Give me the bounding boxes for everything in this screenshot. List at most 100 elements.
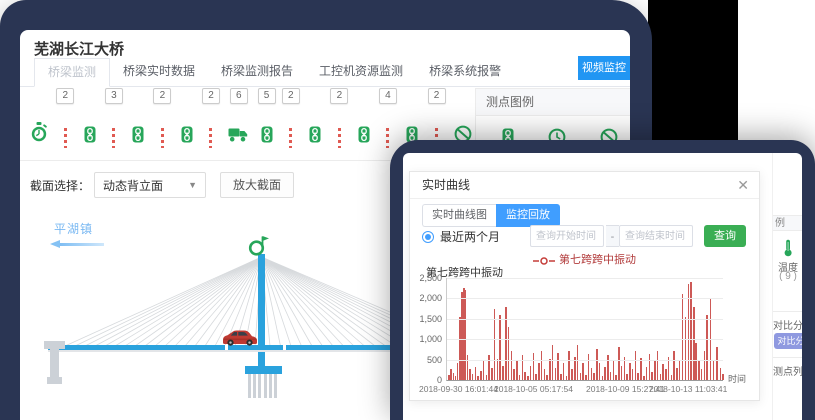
chart-bar — [722, 374, 724, 380]
sensor-count-badge: 5 — [258, 88, 276, 104]
chart-bar — [560, 374, 562, 380]
compare-analysis-button[interactable]: 对比分析 — [774, 333, 802, 349]
tab-monitor-playback[interactable]: 监控回放 — [496, 204, 560, 227]
chart-bar — [685, 317, 687, 380]
query-start-time-input[interactable] — [530, 225, 604, 247]
car-image — [220, 327, 260, 352]
chart-bar — [574, 357, 576, 380]
sensor-item-truck[interactable]: 6 — [228, 88, 249, 148]
section-select-dropdown[interactable]: 动态背立面 ▼ — [94, 172, 206, 198]
chart-bar — [541, 351, 543, 380]
sensor-item-dash: 2 — [332, 88, 346, 148]
sensor-count-badge: 3 — [105, 88, 123, 104]
sensor-count-badge: 4 — [379, 88, 397, 104]
chart-bar — [695, 343, 697, 380]
chart-bar — [596, 349, 598, 380]
tab-active[interactable]: 桥梁监测 — [34, 58, 110, 87]
dash-icon — [112, 128, 115, 148]
enlarge-section-button[interactable]: 放大截面 — [220, 172, 294, 198]
chart-bar — [544, 369, 546, 380]
page-title: 芜湖长江大桥 — [34, 38, 124, 59]
tab-realtime-curve[interactable]: 实时曲线图 — [422, 204, 496, 227]
chart-bar — [582, 363, 584, 381]
tab-item[interactable]: 桥梁实时数据 — [110, 58, 208, 85]
dash-icon — [338, 128, 341, 148]
video-monitor-button[interactable]: 视频监控 — [578, 56, 630, 80]
sensor-item-stopwatch[interactable] — [30, 88, 48, 148]
chart-bar — [566, 376, 568, 380]
chart-bar — [499, 315, 501, 380]
chart-bar — [613, 361, 615, 380]
radio-label: 最近两个月 — [440, 228, 500, 245]
pile — [258, 374, 261, 398]
tab-item[interactable]: 桥梁监测报告 — [208, 58, 306, 85]
sidebar-header-fragment: 例 — [773, 215, 802, 231]
chart-bar — [593, 373, 595, 380]
pier — [47, 377, 62, 384]
chart-bar — [557, 353, 559, 380]
x-tick: 2018-10-13 11:03:41 — [649, 384, 727, 394]
chart-bars — [447, 278, 723, 380]
chart-bar — [635, 351, 637, 380]
wind-sensor-icon[interactable] — [248, 234, 271, 262]
range-radio-row: 最近两个月 — [422, 228, 500, 245]
sensor-count-badge: 2 — [56, 88, 74, 104]
chart-bar — [657, 351, 659, 380]
temperature-count: ( 9 ) — [773, 271, 802, 282]
gridline — [447, 339, 723, 340]
gridline — [447, 360, 723, 361]
sensor-item-chain[interactable] — [83, 88, 97, 148]
gridline — [447, 298, 723, 299]
chart-bar — [480, 371, 482, 380]
compare-section-title: 对比分析 — [773, 317, 802, 332]
sensor-item-chain[interactable] — [131, 88, 145, 148]
chart-bar — [568, 351, 570, 380]
chart-bar — [610, 372, 612, 380]
chart-bar — [662, 364, 664, 380]
dash-icon — [386, 128, 389, 148]
dialog-tabs: 实时曲线图 监控回放 — [422, 204, 560, 227]
y-tick: 1,500 — [410, 314, 442, 324]
chart-bar — [469, 369, 471, 380]
chart-bar — [538, 363, 540, 381]
y-tick: 1,000 — [410, 334, 442, 344]
sensor-count-badge: 2 — [153, 88, 171, 104]
deck-joint — [283, 345, 286, 350]
chart-bar — [497, 359, 499, 380]
tab-item[interactable]: 工控机资源监测 — [306, 58, 416, 85]
chart-bar — [701, 369, 703, 380]
sensor-item-chain[interactable] — [405, 88, 419, 148]
x-tick: 2018-09-30 16:01:44 — [419, 384, 498, 394]
chart-bar — [720, 368, 722, 380]
chart-bar — [632, 369, 634, 380]
chart-bar — [682, 294, 684, 380]
pile — [269, 374, 272, 398]
chart-bar — [477, 376, 479, 380]
query-button[interactable]: 查询 — [704, 225, 746, 247]
divider — [773, 311, 802, 312]
pile — [264, 374, 267, 398]
gridline — [447, 278, 723, 279]
chain-icon — [309, 126, 321, 148]
sensor-item-chain[interactable] — [180, 88, 194, 148]
query-end-time-input[interactable] — [619, 225, 693, 247]
chart-bar — [660, 374, 662, 380]
chart-bar — [602, 376, 604, 380]
close-icon[interactable]: ✕ — [737, 177, 749, 193]
chart-bar — [591, 368, 593, 380]
sensor-count-badge: 2 — [282, 88, 300, 104]
tab-item[interactable]: 桥梁系统报警 — [416, 58, 514, 85]
sensor-item-chain[interactable] — [308, 88, 322, 148]
chart-bar — [624, 357, 626, 380]
sensor-item-chain[interactable]: 5 — [260, 88, 274, 148]
chart-bar — [671, 375, 673, 380]
section-selected-value: 动态背立面 — [103, 177, 163, 194]
chart-bar — [577, 345, 579, 380]
radio-selected-icon[interactable] — [422, 231, 434, 243]
chart-bar — [690, 282, 692, 380]
chart-bar — [676, 368, 678, 380]
chart-bar — [649, 354, 651, 380]
sensor-item-ban[interactable] — [454, 88, 472, 148]
sensor-item-chain[interactable] — [357, 88, 371, 148]
chart-bar — [483, 361, 485, 380]
